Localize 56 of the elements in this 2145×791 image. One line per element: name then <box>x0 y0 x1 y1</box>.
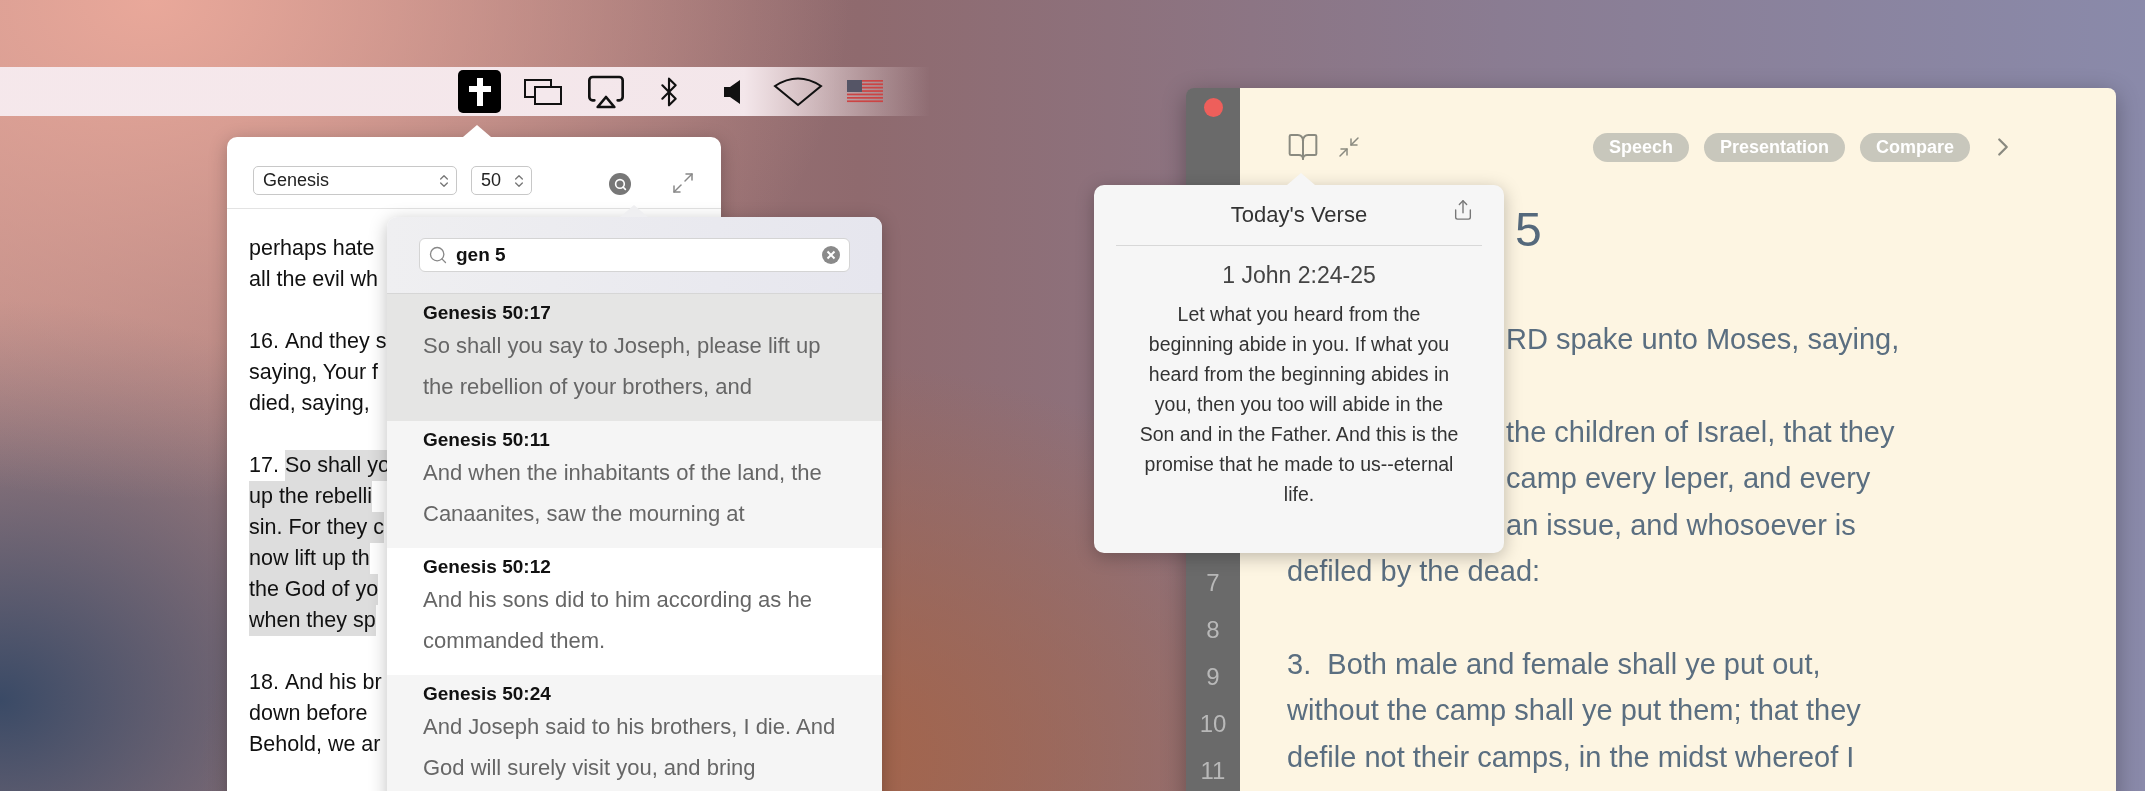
scripture-line: camp every leper, and every <box>1506 461 1871 496</box>
search-result[interactable]: Genesis 50:12 And his sons did to him according as he commanded them. <box>387 548 882 675</box>
scripture-line: the children of Israel, that they <box>1506 414 1895 450</box>
verse-text: died, saying, <box>249 390 370 417</box>
verse-text: Behold, we ar <box>249 731 381 758</box>
chapter-heading: 5 <box>1515 202 1542 258</box>
scripture-line: RD spake unto Moses, saying, <box>1506 322 1900 357</box>
popover-title: Today's Verse <box>1230 202 1368 228</box>
line-number: 8 <box>1206 615 1220 645</box>
result-text: And Joseph said to his brothers, I die. And God will surely visit you, and bring <box>423 713 837 782</box>
verse-text: perhaps hate <box>249 235 375 262</box>
collapse-icon[interactable] <box>1337 135 1361 159</box>
scripture-line: defile not their camps, in the midst whereof I <box>1287 739 1855 775</box>
result-text: And when the inhabitants of the land, the Canaanites, saw the mourning at <box>423 459 823 528</box>
search-field[interactable]: gen 5 <box>419 238 850 272</box>
book-select[interactable]: Genesis <box>253 166 457 195</box>
line-number: 11 <box>1200 756 1226 786</box>
share-icon[interactable] <box>1452 199 1474 221</box>
verse-number: 18. <box>249 669 279 696</box>
line-number: 9 <box>1206 662 1220 692</box>
scripture-line: an issue, and whosoever is <box>1506 507 1856 543</box>
verse-reference: 1 John 2:24-25 <box>1221 262 1377 289</box>
expand-icon[interactable] <box>671 171 695 195</box>
verse-number: 16. <box>249 328 279 355</box>
search-icon <box>428 245 448 265</box>
verse-text: when they sp <box>249 605 376 636</box>
result-reference: Genesis 50:24 <box>423 682 552 706</box>
verse-text: Let what you heard from the beginning abide in you. If what you heard from the beginning abides in you, then you too will abide in the Son and in the Father. And this is the promise that he made to us--eternal life. <box>1138 302 1460 507</box>
scripture-line: defiled by the dead: <box>1287 554 1541 589</box>
cross-icon[interactable] <box>458 70 501 113</box>
line-number: 7 <box>1206 568 1220 598</box>
result-reference: Genesis 50:11 <box>423 428 551 452</box>
verse-text: sin. For they c <box>249 512 384 543</box>
result-reference: Genesis 50:17 <box>423 301 552 325</box>
verse-text: down before <box>249 700 368 727</box>
clear-icon[interactable] <box>821 245 841 265</box>
verse-text: all the evil wh <box>249 266 379 293</box>
search-result[interactable]: Genesis 50:11 And when the inhabitants of the land, the Canaanites, saw the mourning at <box>387 421 882 548</box>
verse-text: saying, Your f <box>249 359 379 386</box>
scripture-line: 3. Both male and female shall ye put out, <box>1287 646 1821 682</box>
verse-number: 17. <box>249 452 279 479</box>
verse-text: the God of yo <box>249 574 379 605</box>
result-text: So shall you say to Joseph, please lift up the rebellion of your brothers, and <box>423 332 822 401</box>
line-number: 10 <box>1199 709 1227 739</box>
result-text: And his sons did to him according as he commanded them. <box>423 586 813 655</box>
verse-text: And his br <box>284 669 382 696</box>
search-icon[interactable] <box>609 173 631 195</box>
result-reference: Genesis 50:12 <box>423 555 552 579</box>
scripture-line: without the camp shall ye put them; that they <box>1287 693 1861 728</box>
book-icon[interactable] <box>1287 131 1319 163</box>
search-result[interactable]: Genesis 50:24 And Joseph said to his brothers, I die. And God will surely visit you, and bring <box>387 675 882 791</box>
verse-text: And they s <box>284 328 387 355</box>
verse-text: now lift up th <box>249 543 370 574</box>
verse-text: up the rebelli <box>249 481 373 512</box>
chapter-select[interactable]: 50 <box>471 166 532 195</box>
search-result[interactable]: Genesis 50:17 So shall you say to Joseph, please lift up the rebellion of your brothers, and <box>387 294 882 421</box>
